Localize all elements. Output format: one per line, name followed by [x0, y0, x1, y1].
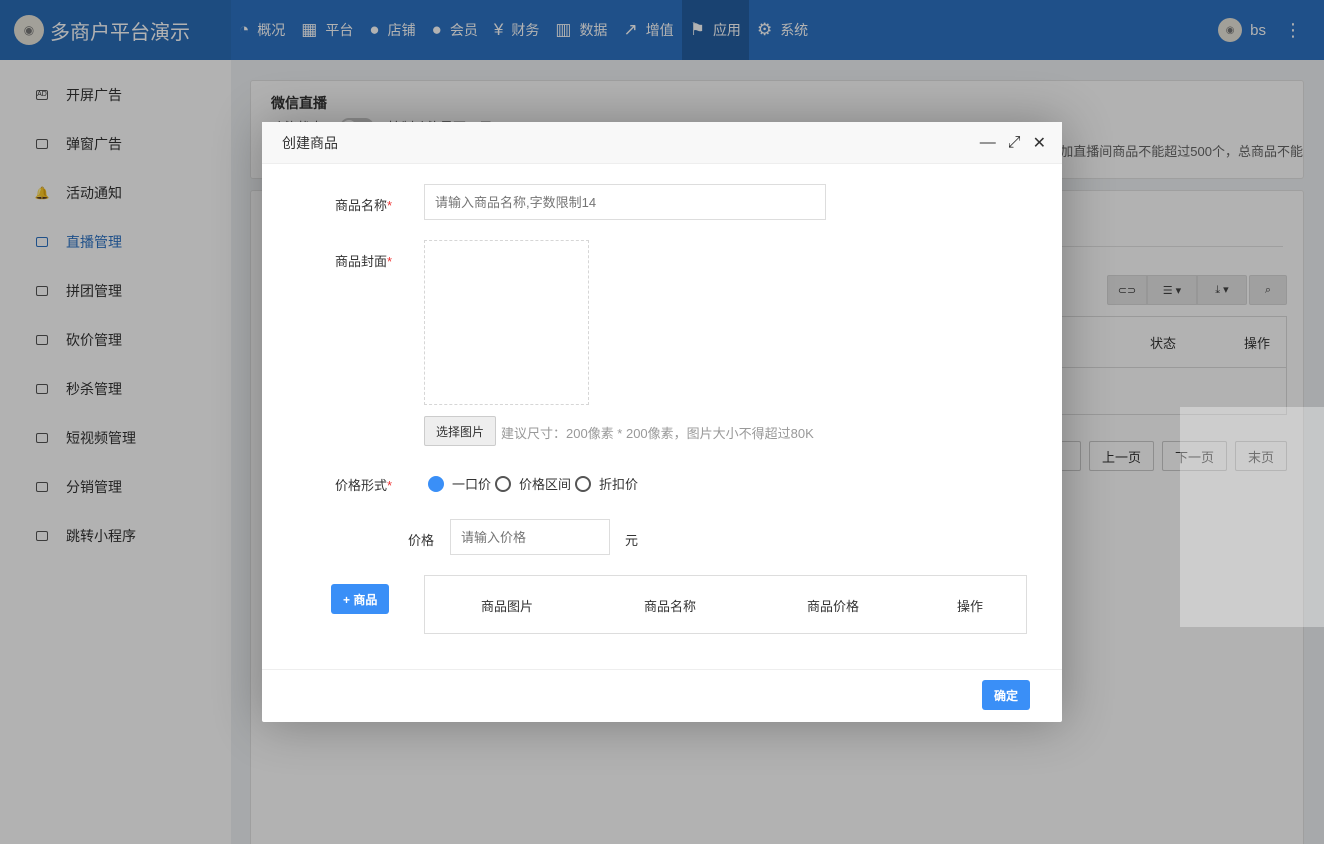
radio-label: 价格区间	[519, 477, 572, 492]
required-mark: *	[387, 198, 393, 213]
choose-image-button[interactable]: 选择图片	[424, 416, 497, 446]
required-mark: *	[387, 254, 393, 269]
label-text: 商品名称	[335, 198, 388, 213]
price-type-radio-group: 一口价 价格区间 折扣价	[428, 474, 642, 493]
col-goods-image: 商品图片	[481, 599, 534, 614]
goods-name-label: 商品名称*	[335, 195, 392, 214]
cover-upload-area[interactable]	[424, 240, 589, 405]
maximize-icon[interactable]: ⤢	[1008, 134, 1021, 152]
dialog-header: 创建商品 — ⤢ ✕	[262, 122, 1062, 164]
col-goods-price: 商品价格	[807, 599, 860, 614]
minimize-icon[interactable]: —	[980, 134, 996, 152]
radio-discount-price[interactable]	[575, 475, 592, 492]
close-icon[interactable]: ✕	[1033, 133, 1046, 153]
radio-label: 折扣价	[599, 477, 639, 492]
price-label: 价格	[408, 533, 435, 548]
label-text: 商品封面	[335, 254, 388, 269]
dialog-title: 创建商品	[282, 134, 338, 151]
dialog-footer: 确定	[262, 669, 1062, 722]
col-goods-name: 商品名称	[644, 599, 697, 614]
add-goods-button[interactable]: + 商品	[331, 584, 390, 614]
price-input[interactable]	[450, 519, 610, 555]
goods-name-input[interactable]	[424, 184, 826, 220]
col-goods-actions: 操作	[957, 599, 984, 614]
light-panel	[1180, 407, 1324, 627]
radio-label: 一口价	[452, 477, 492, 492]
create-goods-dialog: 创建商品 — ⤢ ✕ 商品名称* 商品封面* 选择图片 建议尺寸：200像素 *…	[262, 122, 1062, 722]
image-size-hint: 建议尺寸：200像素 * 200像素，图片大小不得超过80K	[501, 426, 814, 441]
price-unit: 元	[625, 533, 639, 548]
dialog-controls: — ⤢ ✕	[968, 122, 1046, 164]
dialog-body: 商品名称* 商品封面* 选择图片 建议尺寸：200像素 * 200像素，图片大小…	[262, 164, 1062, 669]
label-text: 价格形式	[335, 478, 388, 493]
required-mark: *	[387, 478, 393, 493]
goods-table: 商品图片 商品名称 商品价格 操作	[424, 575, 1027, 634]
goods-cover-label: 商品封面*	[335, 251, 392, 270]
confirm-button[interactable]: 确定	[982, 680, 1031, 710]
radio-price-range[interactable]	[495, 475, 512, 492]
price-type-label: 价格形式*	[335, 475, 392, 494]
radio-fixed-price[interactable]	[428, 475, 444, 492]
